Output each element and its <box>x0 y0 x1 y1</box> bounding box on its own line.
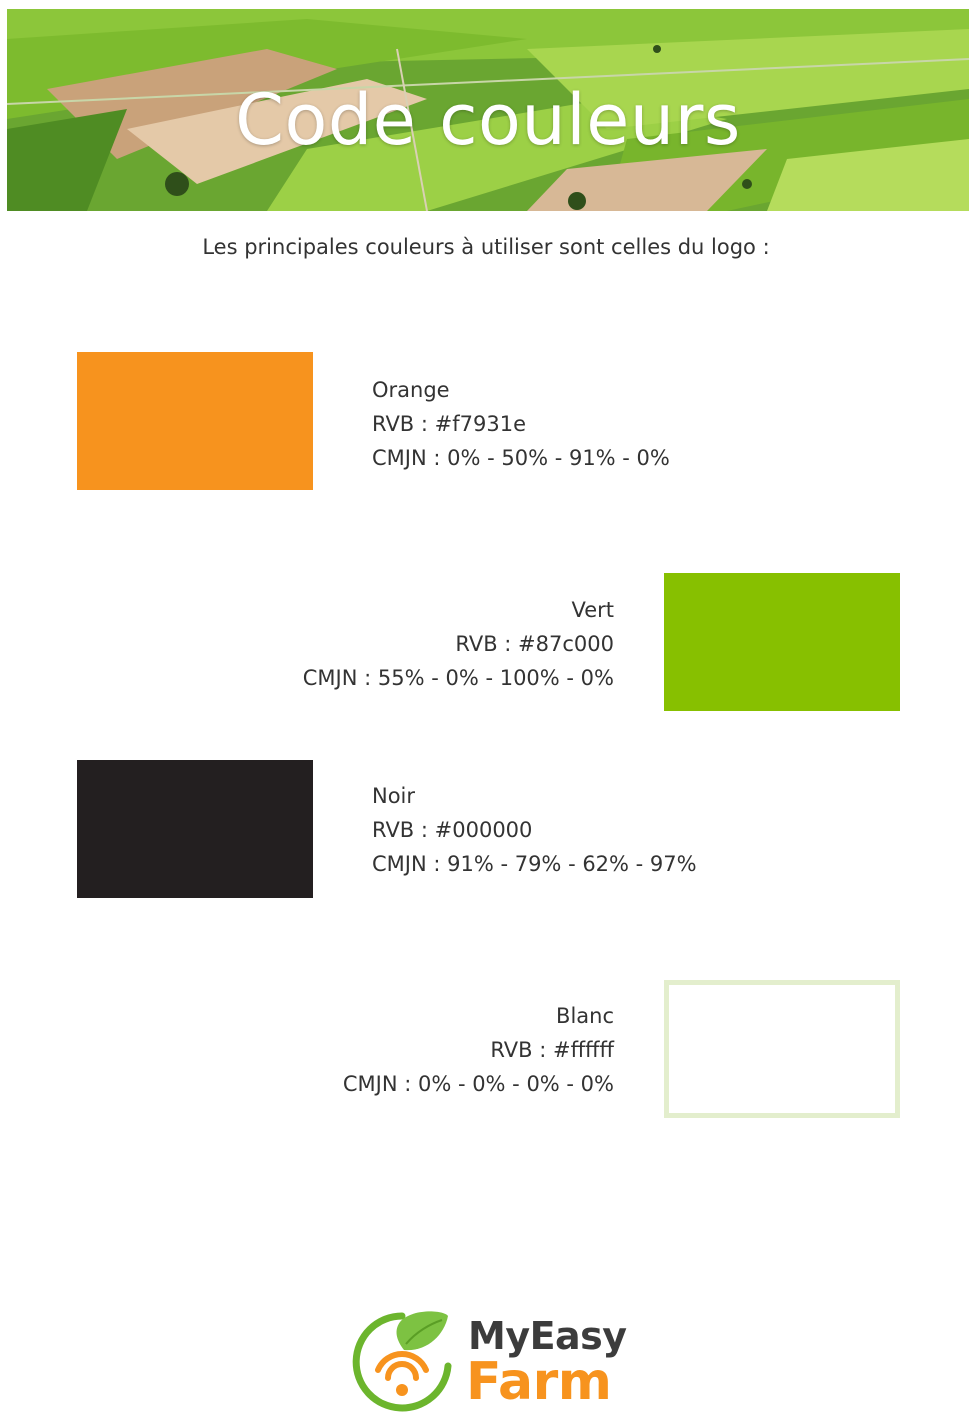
noir-info: Noir RVB : #000000 CMJN : 91% - 79% - 62… <box>372 779 697 881</box>
vert-swatch <box>664 573 900 711</box>
header-banner: Code couleurs <box>7 9 969 211</box>
vert-info: Vert RVB : #87c000 CMJN : 55% - 0% - 100… <box>303 593 614 695</box>
color-name: Vert <box>571 598 614 622</box>
brand-logo: MyEasy Farm <box>352 1308 632 1413</box>
orange-swatch <box>77 352 313 490</box>
color-rvb: RVB : #000000 <box>372 818 533 842</box>
color-name: Noir <box>372 784 416 808</box>
color-name: Blanc <box>556 1004 614 1028</box>
color-cmjn: CMJN : 91% - 79% - 62% - 97% <box>372 852 697 876</box>
intro-text: Les principales couleurs à utiliser sont… <box>202 235 770 259</box>
orange-info: Orange RVB : #f7931e CMJN : 0% - 50% - 9… <box>372 373 670 475</box>
logo-text-farm: Farm <box>466 1352 612 1412</box>
page-title: Code couleurs <box>235 79 741 161</box>
color-cmjn: CMJN : 0% - 50% - 91% - 0% <box>372 446 670 470</box>
color-cmjn: CMJN : 0% - 0% - 0% - 0% <box>342 1072 614 1096</box>
color-rvb: RVB : #ffffff <box>490 1038 614 1062</box>
blanc-swatch <box>664 980 900 1118</box>
color-name: Orange <box>372 378 450 402</box>
color-rvb: RVB : #f7931e <box>372 412 526 436</box>
color-rvb: RVB : #87c000 <box>455 632 614 656</box>
leaf-wifi-icon <box>352 1311 452 1412</box>
color-cmjn: CMJN : 55% - 0% - 100% - 0% <box>302 666 614 690</box>
noir-swatch <box>77 760 313 898</box>
blanc-info: Blanc RVB : #ffffff CMJN : 0% - 0% - 0% … <box>343 999 614 1101</box>
